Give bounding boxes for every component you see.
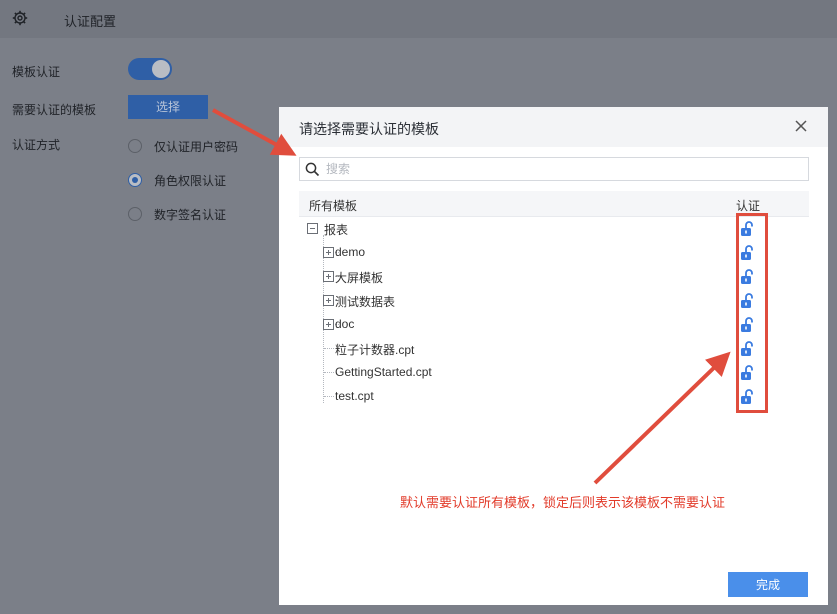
tree-connector [324,348,334,349]
auth-column-highlight [736,213,768,413]
tree-node-label: GettingStarted.cpt [335,365,432,379]
expand-icon[interactable] [323,319,334,330]
gear-icon[interactable] [12,10,28,26]
template-auth-label: 模板认证 [12,65,61,79]
auth-method-option[interactable]: 数字签名认证 [128,205,226,223]
search-box [299,157,809,181]
tree-row[interactable]: 大屏模板 [299,266,809,290]
tree-row[interactable]: test.cpt [299,386,809,410]
toggle-knob [152,60,170,78]
expand-icon[interactable] [323,295,334,306]
page-title: 认证配置 [64,14,117,29]
tree-node-label: demo [335,245,366,259]
collapse-icon[interactable] [307,223,318,234]
column-all-templates: 所有模板 [309,199,358,213]
auth-method-text: 仅认证用户密码 [154,139,239,154]
tree-row[interactable]: GettingStarted.cpt [299,362,809,386]
annotation-note: 默认需要认证所有模板，锁定后则表示该模板不需要认证 [400,495,726,510]
expand-icon[interactable] [323,271,334,282]
radio-button-selected[interactable] [128,173,142,187]
auth-method-label: 认证方式 [12,138,61,152]
tree-connector [324,396,334,397]
dialog-header: 请选择需要认证的模板 [279,107,828,147]
tree-node-label: 粒子计数器.cpt [335,343,415,357]
radio-button[interactable] [128,207,142,221]
search-icon [305,162,320,177]
column-auth: 认证 [736,199,761,213]
tree-node-label: doc [335,317,355,331]
tree-node-label: 大屏模板 [335,271,384,285]
auth-method-option[interactable]: 角色权限认证 [128,171,226,189]
auth-method-text: 数字签名认证 [154,207,227,222]
template-auth-toggle[interactable] [128,58,172,80]
close-icon[interactable] [794,119,808,133]
tree-row[interactable]: doc [299,314,809,338]
auth-method-option[interactable]: 仅认证用户密码 [128,137,238,155]
tree-row[interactable]: 粒子计数器.cpt [299,338,809,362]
tree-row[interactable]: 测试数据表 [299,290,809,314]
tree-row[interactable]: 报表 [299,218,809,242]
tree-node-label: test.cpt [335,389,374,403]
page-header: 认证配置 [0,0,837,38]
select-templates-button[interactable]: 选择 [128,95,208,119]
search-input[interactable] [326,160,796,178]
tree-row[interactable]: demo [299,242,809,266]
radio-button[interactable] [128,139,142,153]
template-table-header: 所有模板 认证 [299,191,809,217]
done-button[interactable]: 完成 [728,572,808,597]
needs-auth-label: 需要认证的模板 [12,103,97,117]
tree-node-label: 报表 [324,223,349,237]
expand-icon[interactable] [323,247,334,258]
auth-method-text: 角色权限认证 [154,173,227,188]
dialog-title: 请选择需要认证的模板 [299,121,439,137]
tree-node-label: 测试数据表 [335,295,396,309]
tree-connector [324,372,334,373]
